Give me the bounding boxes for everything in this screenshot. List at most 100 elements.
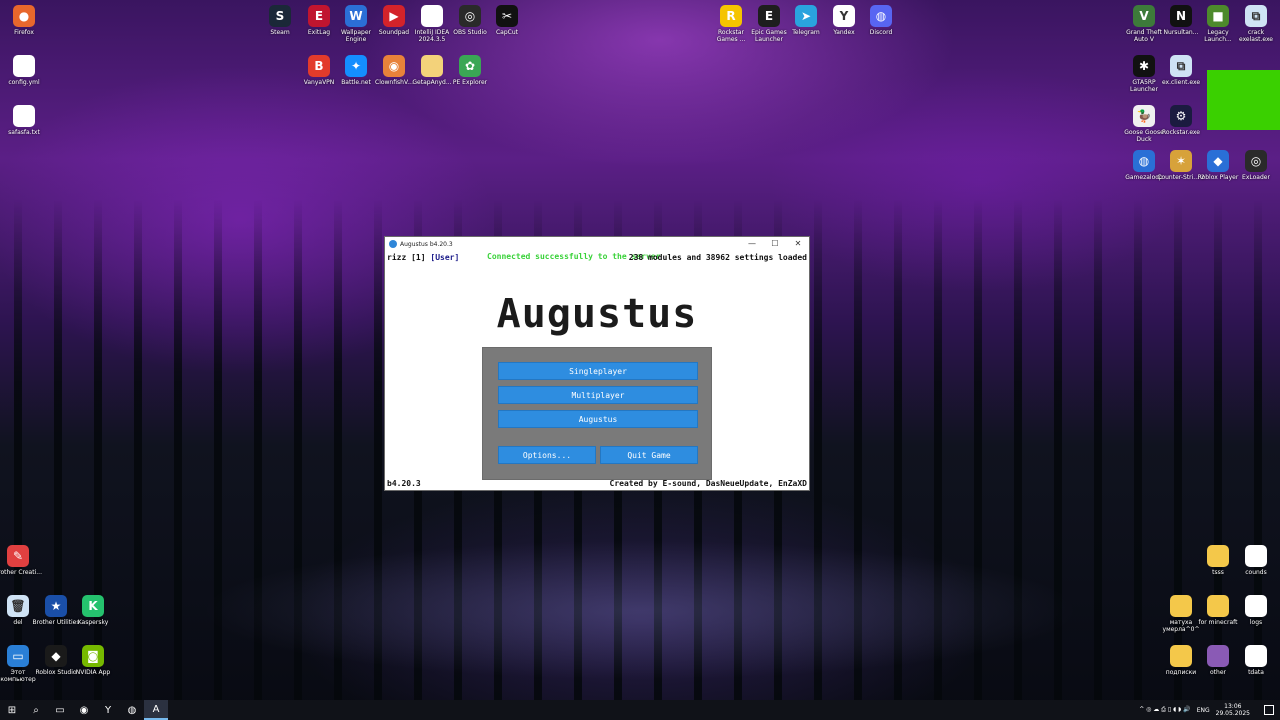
app-icon — [1245, 545, 1267, 567]
window-title: Augustus b4.20.3 — [400, 240, 453, 248]
app-icon: ◍ — [1133, 150, 1155, 172]
app-icon: ✱ — [1133, 55, 1155, 77]
game-client: rizz [1] [User] Connected successfully t… — [385, 251, 809, 490]
close-button[interactable]: ✕ — [787, 237, 809, 251]
app-icon: ● — [13, 5, 35, 27]
desktop-icon[interactable]: ⚙ Rockstar.exe — [1157, 105, 1205, 136]
notifications-icon[interactable] — [1264, 705, 1274, 715]
language-indicator[interactable]: ENG — [1197, 707, 1210, 714]
desktop-icon[interactable]: counds — [1232, 545, 1280, 576]
app-icon: ◆ — [1207, 150, 1229, 172]
modules-status: 238 modules and 38962 settings loaded — [628, 253, 807, 262]
app-icon: ✂ — [496, 5, 518, 27]
desktop-icon[interactable]: tdata — [1232, 645, 1280, 676]
desktop-icon[interactable]: config.yml — [0, 55, 48, 86]
app-icon: S — [269, 5, 291, 27]
app-icon: ⧉ — [1245, 5, 1267, 27]
app-icon: ◎ — [1245, 150, 1267, 172]
desktop-icon[interactable]: ✎ Brother Creati... — [0, 545, 42, 576]
main-menu-panel: Singleplayer Multiplayer Augustus Option… — [482, 347, 712, 480]
app-icon: W — [345, 5, 367, 27]
desktop-icon[interactable]: ✂ CapCut — [483, 5, 531, 36]
green-overlay — [1207, 70, 1280, 130]
app-icon: E — [308, 5, 330, 27]
app-icon: ✿ — [459, 55, 481, 77]
singleplayer-button[interactable]: Singleplayer — [498, 362, 698, 380]
app-icon: ◉ — [383, 55, 405, 77]
app-icon: ⚙ — [1170, 105, 1192, 127]
app-icon: ▶ — [383, 5, 405, 27]
app-icon: ◆ — [45, 645, 67, 667]
app-icon — [13, 55, 35, 77]
augustus-logo: Augustus — [496, 291, 698, 337]
app-icon: ✎ — [7, 545, 29, 567]
app-icon: ✶ — [1170, 150, 1192, 172]
augustus-window: Augustus b4.20.3 — ☐ ✕ rizz [1] [User] C… — [384, 236, 810, 491]
app-icon: B — [308, 55, 330, 77]
app-icon: ★ — [45, 595, 67, 617]
app-icon: V — [1133, 5, 1155, 27]
app-icon — [421, 55, 443, 77]
desktop-icon[interactable]: ● Firefox — [0, 5, 48, 36]
maximize-button[interactable]: ☐ — [764, 237, 786, 251]
window-titlebar[interactable]: Augustus b4.20.3 — ☐ ✕ — [385, 237, 809, 251]
desktop-icon-label: Firefox — [14, 29, 34, 36]
taskbar-item[interactable]: Y — [96, 700, 120, 720]
desktop-icon[interactable]: ⧉ crack exelast.exe — [1232, 5, 1280, 43]
desktop-icon-label: safasfa.txt — [8, 129, 40, 136]
taskbar-item[interactable]: A — [144, 700, 168, 720]
desktop-icon[interactable]: safasfa.txt — [0, 105, 48, 136]
desktop-icon-label: config.yml — [8, 79, 40, 86]
clock[interactable]: 13:06 29.05.2025 — [1216, 703, 1250, 717]
app-icon: 🗑 — [7, 595, 29, 617]
desktop-icon-label: Rockstar.exe — [1162, 129, 1200, 136]
desktop-icon-label: crack exelast.exe — [1238, 29, 1274, 43]
taskbar-item[interactable]: ◍ — [120, 700, 144, 720]
desktop-icon-label: Kaspersky — [77, 619, 109, 626]
app-icon — [389, 240, 397, 248]
desktop-icon[interactable]: ⧉ ex.client.exe — [1157, 55, 1205, 86]
clock-date: 29.05.2025 — [1215, 710, 1250, 717]
app-icon — [1207, 595, 1229, 617]
user-rank: [User] — [430, 253, 460, 262]
augustus-button[interactable]: Augustus — [498, 410, 698, 428]
desktop-icon-label: ExLoader — [1242, 174, 1270, 181]
desktop-icon[interactable]: ◎ ExLoader — [1232, 150, 1280, 181]
user-info: rizz [1] [User] — [387, 253, 459, 262]
app-icon — [1245, 645, 1267, 667]
desktop-icon-label: Discord — [869, 29, 893, 36]
app-icon: R — [720, 5, 742, 27]
taskbar-item[interactable]: ⌕ — [24, 700, 48, 720]
desktop-icon[interactable]: ✿ PE Explorer — [446, 55, 494, 86]
app-icon — [1245, 595, 1267, 617]
user-id: [1] — [411, 253, 426, 262]
app-icon — [1207, 545, 1229, 567]
app-icon: N — [1170, 5, 1192, 27]
app-icon: ■ — [1207, 5, 1229, 27]
taskbar-item[interactable]: ⊞ — [0, 700, 24, 720]
user-name: rizz — [387, 253, 407, 262]
desktop-icon-label: ex.client.exe — [1161, 79, 1201, 86]
tray-icons[interactable]: ^ ◎ ☁ ⎙ ▯ ◖ ◗ 🔊 — [1139, 706, 1191, 714]
desktop-icon[interactable]: ◍ Discord — [857, 5, 905, 36]
minimize-button[interactable]: — — [741, 237, 763, 251]
desktop-icon[interactable]: K Kaspersky — [69, 595, 117, 626]
desktop-icon[interactable]: ◙ NVIDIA App — [69, 645, 117, 676]
app-icon: 🦆 — [1133, 105, 1155, 127]
options-button[interactable]: Options... — [498, 446, 596, 464]
app-icon: ⧉ — [1170, 55, 1192, 77]
taskbar-items: ⊞ ⌕ ▭ ◉ Y ◍ A — [0, 700, 168, 720]
desktop-icon-label: CapCut — [495, 29, 519, 36]
taskbar: ⊞ ⌕ ▭ ◉ Y ◍ A ^ ◎ ☁ ⎙ ▯ ◖ ◗ 🔊 ENG 13:06 29.05.… — [0, 700, 1280, 720]
quit-game-button[interactable]: Quit Game — [600, 446, 698, 464]
taskbar-item[interactable]: ▭ — [48, 700, 72, 720]
taskbar-item[interactable]: ◉ — [72, 700, 96, 720]
app-icon: ◍ — [870, 5, 892, 27]
desktop-icon-label: logs — [1249, 619, 1263, 626]
desktop-icon[interactable]: logs — [1232, 595, 1280, 626]
version-label: b4.20.3 — [387, 479, 421, 488]
multiplayer-button[interactable]: Multiplayer — [498, 386, 698, 404]
app-icon — [1207, 645, 1229, 667]
desktop-icon-label: NVIDIA App — [75, 669, 111, 676]
app-icon: ◙ — [82, 645, 104, 667]
